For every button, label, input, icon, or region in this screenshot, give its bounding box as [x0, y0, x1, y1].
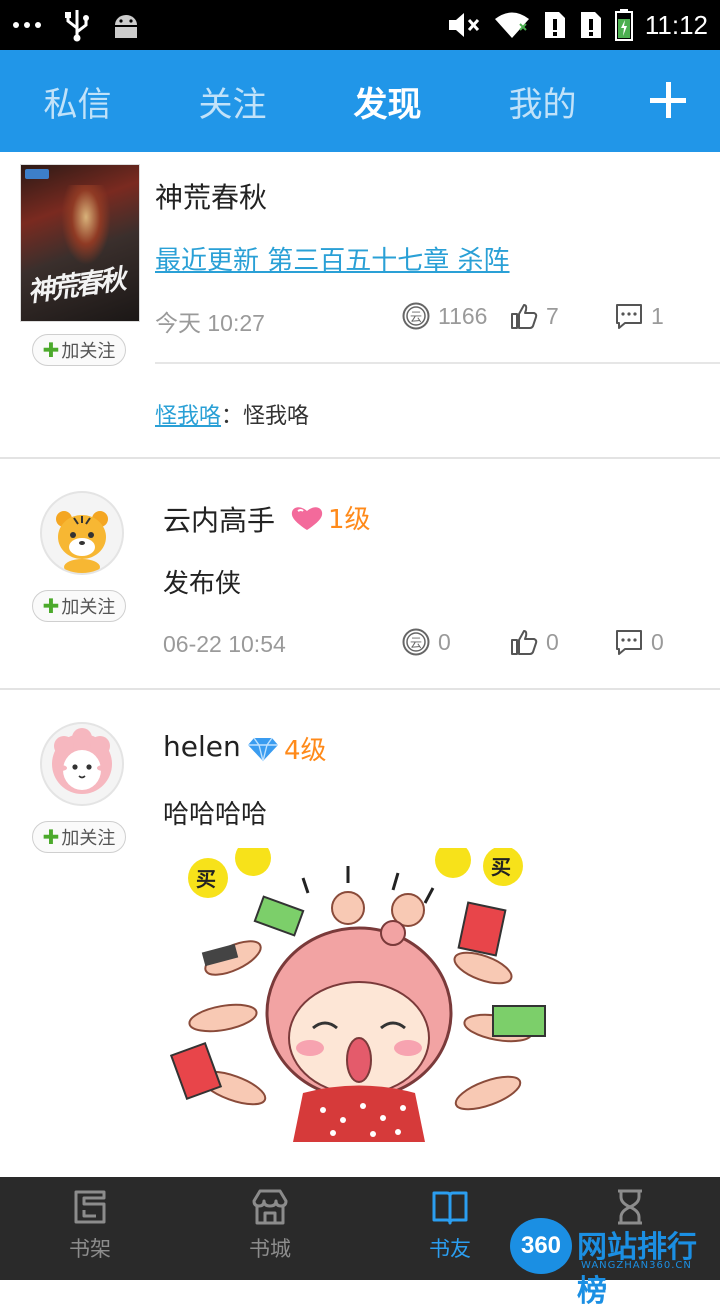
tab-mine[interactable]: 我的 — [465, 77, 620, 126]
nav-bookshelf-label: 书架 — [69, 1237, 111, 1261]
svg-text:云: 云 — [410, 636, 422, 650]
follow-button-label: 加关注 — [61, 597, 116, 618]
more-dots-icon — [13, 22, 41, 28]
sim-alert-icon — [544, 12, 565, 38]
svg-text:买: 买 — [491, 855, 511, 879]
coin-icon: 云 — [402, 302, 430, 330]
like-stat[interactable]: 0 — [510, 628, 559, 656]
comment-author[interactable]: 怪我咯 — [155, 404, 221, 429]
nav-book-friends-label: 书友 — [429, 1237, 471, 1261]
divider — [155, 362, 720, 364]
comment-count: 0 — [651, 628, 664, 655]
coin-count: 0 — [438, 628, 451, 655]
sim-alert-icon — [580, 12, 601, 38]
coin-stat[interactable]: 云 0 — [402, 628, 451, 656]
plus-icon[interactable] — [648, 80, 688, 120]
top-nav: 私信 关注 发现 我的 — [0, 50, 720, 152]
tab-following[interactable]: 关注 — [155, 77, 310, 126]
post-time: 今天 10:27 — [155, 310, 265, 336]
coin-stat[interactable]: 云 1166 — [402, 302, 487, 330]
diamond-icon — [248, 737, 278, 761]
mute-icon — [448, 13, 479, 37]
follow-button-label: 加关注 — [61, 341, 116, 362]
post-time: 06-22 10:54 — [163, 631, 286, 657]
tiger-avatar-icon — [56, 511, 108, 573]
follow-button[interactable]: ✚ 加关注 — [32, 590, 126, 622]
like-count: 0 — [546, 628, 559, 655]
user-level: 1级 — [290, 499, 371, 536]
user-level-label: 4级 — [284, 736, 327, 766]
follow-button[interactable]: ✚ 加关注 — [32, 334, 126, 366]
watermark: 360 网站排行榜 WANGZHAN360.CN — [505, 1216, 720, 1309]
usb-icon — [65, 10, 89, 42]
svg-text:买: 买 — [196, 867, 216, 891]
latest-update-link[interactable]: 最近更新 第三百五十七章 杀阵 — [155, 240, 510, 277]
comment-count: 1 — [651, 302, 664, 329]
book-cover[interactable]: 神荒春秋 — [20, 164, 140, 322]
watermark-subtext: WANGZHAN360.CN — [581, 1260, 692, 1271]
coin-icon: 云 — [402, 628, 430, 656]
clock: 11:12 — [644, 9, 708, 40]
user-level-label: 1级 — [328, 505, 371, 535]
tab-messages[interactable]: 私信 — [0, 77, 155, 126]
post-text: 哈哈哈哈 — [163, 800, 268, 830]
feed-item[interactable]: ✚ 加关注 helen 4级 哈哈哈哈 买 买 — [0, 690, 720, 1177]
tab-discover[interactable]: 发现 — [310, 77, 465, 126]
nav-bookshelf[interactable]: 书架 — [0, 1177, 180, 1280]
comment-icon — [616, 304, 642, 329]
thumbs-up-icon — [511, 304, 538, 329]
avatar[interactable] — [40, 722, 124, 806]
book-friends-icon — [432, 1191, 468, 1225]
comment-preview[interactable]: 怪我咯：怪我咯 — [155, 398, 309, 430]
post-text: 发布侠 — [163, 569, 242, 599]
comment-text: 怪我咯 — [243, 404, 310, 429]
wifi-icon — [494, 12, 529, 38]
comment-stat[interactable]: 1 — [615, 302, 664, 330]
plus-icon: ✚ — [42, 825, 60, 849]
android-icon — [115, 15, 137, 38]
store-icon — [252, 1189, 288, 1225]
username[interactable]: 云内高手 — [163, 499, 275, 539]
coin-count: 1166 — [438, 302, 488, 329]
comment-icon — [616, 630, 642, 655]
like-stat[interactable]: 7 — [510, 302, 559, 330]
bookshelf-icon — [74, 1190, 106, 1224]
post-image[interactable]: 买 买 — [163, 848, 556, 1142]
plus-icon: ✚ — [42, 594, 60, 618]
feed-item[interactable]: 神荒春秋 ✚ 加关注 神荒春秋 最近更新 第三百五十七章 杀阵 今天 10:27… — [0, 152, 720, 459]
plus-icon: ✚ — [42, 338, 60, 362]
feed-item[interactable]: ✚ 加关注 云内高手 1级 发布侠 06-22 10:54 云 0 0 0 — [0, 459, 720, 690]
avatar[interactable] — [40, 491, 124, 575]
thumbs-up-icon — [511, 630, 538, 655]
username[interactable]: helen — [163, 730, 241, 763]
like-count: 7 — [546, 302, 559, 329]
nav-store[interactable]: 书城 — [180, 1177, 360, 1280]
battery-charging-icon — [614, 9, 633, 41]
comment-stat[interactable]: 0 — [615, 628, 664, 656]
svg-text:云: 云 — [410, 310, 422, 324]
follow-button[interactable]: ✚ 加关注 — [32, 821, 126, 853]
sheep-avatar-icon — [52, 728, 112, 794]
book-title[interactable]: 神荒春秋 — [155, 176, 267, 216]
follow-button-label: 加关注 — [61, 828, 116, 849]
feed[interactable]: 神荒春秋 ✚ 加关注 神荒春秋 最近更新 第三百五十七章 杀阵 今天 10:27… — [0, 152, 720, 1177]
comment-separator: ： — [221, 404, 244, 429]
status-bar: 11:12 — [0, 0, 720, 50]
watermark-badge: 360 — [510, 1218, 572, 1274]
heart-icon — [291, 506, 323, 530]
user-level: 4级 — [246, 730, 327, 767]
book-cover-title: 神荒春秋 — [25, 264, 126, 309]
nav-store-label: 书城 — [249, 1237, 291, 1261]
